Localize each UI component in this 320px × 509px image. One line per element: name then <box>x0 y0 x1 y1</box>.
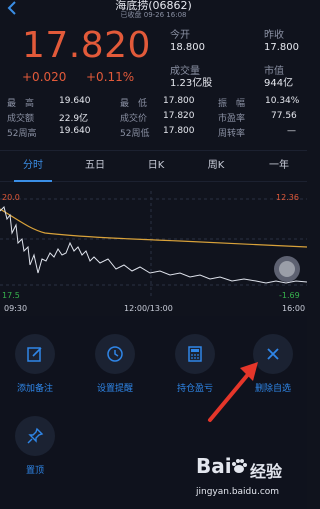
baidu-paw-icon <box>232 459 247 473</box>
watermark-logo: Bai <box>196 454 232 478</box>
watermark-url: jingyan.baidu.com <box>196 487 280 497</box>
red-arrow-annotation <box>208 362 258 422</box>
watermark-text: 经验 <box>250 462 283 481</box>
baidu-watermark: Bai 经验 jingyan.baidu.com <box>196 454 302 508</box>
